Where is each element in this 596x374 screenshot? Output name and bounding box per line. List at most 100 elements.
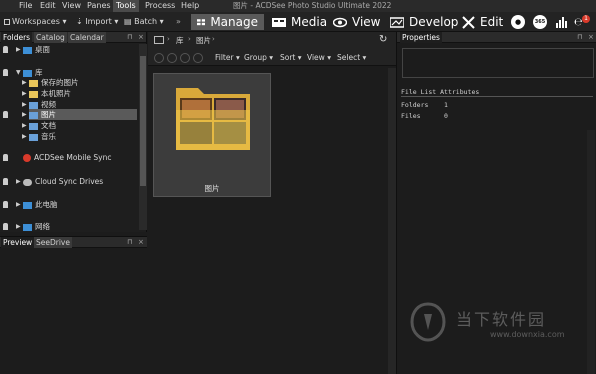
- breadcrumb-item-library[interactable]: 库: [176, 35, 184, 46]
- tree-item-desktop[interactable]: 桌面: [23, 44, 50, 55]
- pin-icon[interactable]: ⊓: [127, 32, 132, 43]
- properties-preview-box: [402, 48, 594, 78]
- back-icon[interactable]: [154, 53, 164, 63]
- group-menu[interactable]: Group ▾: [244, 52, 273, 64]
- pin-icon[interactable]: [3, 178, 8, 185]
- close-icon[interactable]: ×: [138, 32, 144, 43]
- import-menu[interactable]: ⇣ Import ▾: [76, 16, 118, 28]
- workspaces-menu[interactable]: Workspaces ▾: [4, 16, 66, 28]
- mode-view-button[interactable]: View: [327, 14, 386, 30]
- menu-panes[interactable]: Panes: [84, 0, 114, 12]
- chevron-down-icon[interactable]: ▼: [16, 67, 21, 78]
- mode-develop-button[interactable]: Develop: [384, 14, 464, 30]
- pin-icon[interactable]: [3, 111, 8, 118]
- cloud-icon: [23, 178, 32, 186]
- chevron-right-icon[interactable]: ▶: [22, 88, 27, 99]
- menu-file[interactable]: File: [16, 0, 35, 12]
- tree-item-documents[interactable]: 文档: [29, 120, 56, 131]
- folder-icon: [29, 90, 38, 98]
- tree-item-this-pc[interactable]: 此电脑: [23, 199, 58, 210]
- mode-develop-label: Develop: [409, 15, 459, 29]
- 365-icon[interactable]: 365: [533, 15, 547, 29]
- preview-panel-tabs: Preview SeeDrive ⊓ ×: [0, 237, 147, 248]
- properties-title[interactable]: Properties: [400, 32, 442, 43]
- menu-help[interactable]: Help: [178, 0, 202, 12]
- tab-seedrive[interactable]: SeeDrive: [34, 237, 72, 248]
- tree-item-pictures[interactable]: 图片: [29, 109, 137, 120]
- chevron-right-icon: ›: [212, 35, 215, 43]
- chevron-right-icon[interactable]: ▶: [22, 120, 27, 131]
- menu-view[interactable]: View: [59, 0, 84, 12]
- tree-item-cloud-sync[interactable]: Cloud Sync Drives: [23, 176, 103, 187]
- breadcrumb-item-pictures[interactable]: 图片: [196, 35, 211, 46]
- tree-item-label: 音乐: [41, 132, 56, 141]
- tree-item-music[interactable]: 音乐: [29, 131, 56, 142]
- chevron-right-icon[interactable]: ▶: [16, 199, 21, 210]
- file-list-scrollbar[interactable]: [388, 68, 396, 374]
- chevron-right-icon[interactable]: ▶: [16, 176, 21, 187]
- forward-icon[interactable]: [167, 53, 177, 63]
- eye-icon: [333, 17, 347, 27]
- select-menu[interactable]: Select ▾: [337, 52, 366, 64]
- batch-icon: ▤: [124, 17, 132, 26]
- mode-edit-button[interactable]: Edit: [456, 14, 509, 30]
- mode-manage-button[interactable]: Manage: [191, 14, 264, 30]
- filter-menu[interactable]: Filter ▾: [215, 52, 240, 64]
- video-folder-icon: [29, 101, 38, 109]
- folder-icon: [176, 88, 250, 150]
- tree-item-network[interactable]: 网络: [23, 221, 50, 232]
- breadcrumb-bar: › 库 › 图片 › ↻: [148, 32, 396, 50]
- close-icon[interactable]: ×: [588, 32, 594, 43]
- tree-item-camera-roll[interactable]: 本机照片: [29, 88, 71, 99]
- select-label: Select: [337, 53, 361, 62]
- scrollbar-thumb[interactable]: [140, 56, 146, 186]
- pin-icon[interactable]: [3, 69, 8, 76]
- history-icon[interactable]: [193, 53, 203, 63]
- refresh-icon[interactable]: ↻: [379, 34, 387, 45]
- computer-icon[interactable]: [154, 36, 164, 44]
- tab-calendar[interactable]: Calendar: [68, 32, 106, 43]
- chevron-right-icon[interactable]: ▶: [22, 131, 27, 142]
- view-label: View: [307, 53, 325, 62]
- tab-catalog[interactable]: Catalog: [34, 32, 67, 43]
- batch-menu[interactable]: ▤ Batch ▾: [124, 16, 164, 28]
- tree-item-label: 本机照片: [41, 89, 71, 98]
- sort-menu[interactable]: Sort ▾: [280, 52, 302, 64]
- stats-icon[interactable]: [556, 16, 568, 28]
- menu-process[interactable]: Process: [142, 0, 178, 12]
- view-menu[interactable]: View ▾: [307, 52, 331, 64]
- tab-preview[interactable]: Preview: [1, 237, 35, 248]
- mode-media-label: Media: [291, 15, 328, 29]
- library-folder-icon: [23, 69, 32, 77]
- menu-edit[interactable]: Edit: [37, 0, 59, 12]
- menu-tools[interactable]: Tools: [113, 0, 139, 12]
- notifications-button[interactable]: ℮ 1: [574, 15, 592, 29]
- folder-thumbnail[interactable]: 图片: [153, 73, 271, 197]
- chevron-right-icon[interactable]: ▶: [22, 109, 27, 120]
- tree-item-label: ACDSee Mobile Sync: [34, 153, 112, 162]
- people-icon[interactable]: ●: [511, 15, 525, 29]
- up-icon[interactable]: [180, 53, 190, 63]
- tab-folders[interactable]: Folders: [1, 32, 33, 43]
- pin-icon[interactable]: ⊓: [127, 237, 132, 248]
- tree-item-mobile-sync[interactable]: ACDSee Mobile Sync: [23, 152, 111, 163]
- window-title: 图片 - ACDSee Photo Studio Ultimate 2022: [233, 1, 392, 10]
- develop-icon: [390, 16, 404, 28]
- tree-item-saved-pictures[interactable]: 保存的图片: [29, 77, 79, 88]
- chevron-right-icon[interactable]: ▶: [16, 221, 21, 232]
- pin-icon[interactable]: [3, 201, 8, 208]
- folders-scrollbar[interactable]: [139, 44, 147, 230]
- pin-icon[interactable]: [3, 154, 8, 161]
- more-chevron-icon[interactable]: »: [176, 16, 181, 28]
- pin-icon[interactable]: [3, 223, 8, 230]
- chevron-right-icon[interactable]: ▶: [16, 44, 21, 55]
- pin-icon[interactable]: ⊓: [577, 32, 582, 43]
- mode-media-button[interactable]: Media: [266, 14, 333, 30]
- close-icon[interactable]: ×: [138, 237, 144, 248]
- group-label: Group: [244, 53, 267, 62]
- properties-panel-header: Properties ⊓ ×: [397, 32, 596, 43]
- chevron-right-icon: ›: [188, 35, 191, 43]
- pictures-folder-icon: [29, 111, 38, 119]
- chevron-right-icon[interactable]: ▶: [22, 77, 27, 88]
- pin-icon[interactable]: [3, 46, 8, 53]
